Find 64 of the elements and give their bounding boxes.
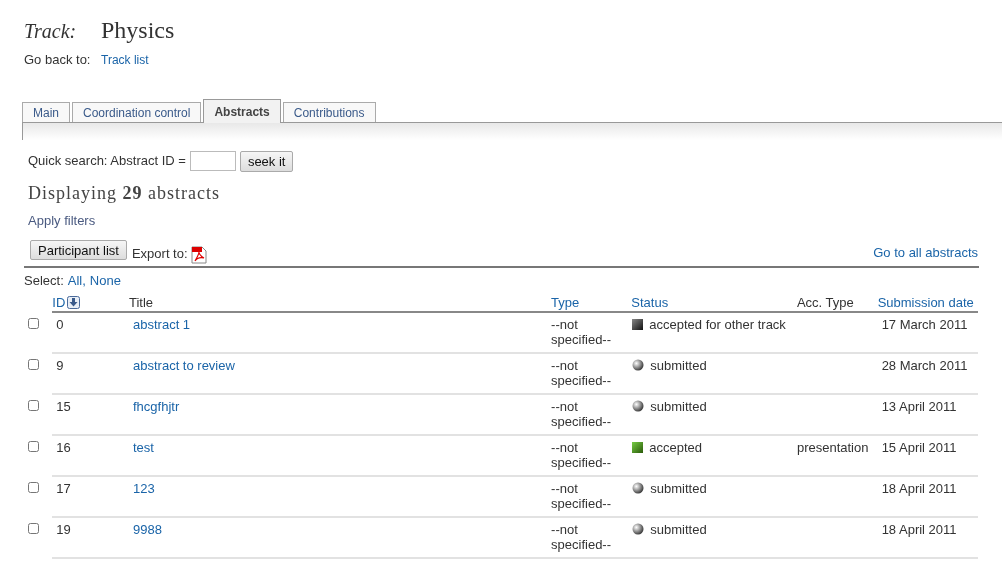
abstract-type: --not specified-- xyxy=(551,316,612,347)
status-text: submitted xyxy=(650,357,707,373)
export-label: Export to: xyxy=(131,244,188,263)
abstract-title-link[interactable]: fhcgfhjtr xyxy=(133,398,180,414)
tab[interactable]: Main xyxy=(22,101,70,122)
tab[interactable]: Contributions xyxy=(282,101,376,122)
abstract-id: 16 xyxy=(56,439,71,455)
submission-date: 13 April 2011 xyxy=(881,398,957,414)
abstract-type: --not specified-- xyxy=(551,357,612,388)
row-checkbox[interactable] xyxy=(28,481,39,493)
track-list-link[interactable]: Track list xyxy=(101,51,149,69)
abstract-type: --not specified-- xyxy=(551,521,612,552)
select-all-link[interactable]: All, xyxy=(67,271,86,291)
abstract-id: 0 xyxy=(56,316,64,332)
row-checkbox[interactable] xyxy=(28,317,39,329)
abstract-title-link[interactable]: test xyxy=(133,439,154,455)
displaying-heading: Displaying 29 abstracts xyxy=(27,181,221,205)
abstract-title-link[interactable]: 9988 xyxy=(133,521,162,537)
column-header[interactable]: Type xyxy=(551,294,580,310)
back-label: Go back to: xyxy=(24,51,92,69)
abstract-type: --not specified-- xyxy=(551,398,612,429)
track-title: Physics xyxy=(101,16,175,45)
abstract-id: 9 xyxy=(56,357,64,373)
submission-date: 18 April 2011 xyxy=(881,480,957,496)
acceptance-type: presentation xyxy=(796,439,869,455)
abstract-id: 17 xyxy=(56,480,71,496)
status-text: submitted xyxy=(650,398,707,414)
row-checkbox[interactable] xyxy=(28,522,39,534)
column-header[interactable]: ID xyxy=(52,294,66,310)
submission-date: 18 April 2011 xyxy=(881,521,957,537)
submission-date: 28 March 2011 xyxy=(881,357,968,373)
tab[interactable]: Coordination control xyxy=(72,101,202,122)
go-to-all-abstracts-link[interactable]: Go to all abstracts xyxy=(873,242,978,262)
abstract-id-field[interactable] xyxy=(189,151,236,171)
column-header: Acc. Type xyxy=(796,294,854,310)
submission-date: 17 March 2011 xyxy=(881,316,968,332)
status-text: accepted for other track xyxy=(649,316,786,332)
tab[interactable]: Abstracts xyxy=(203,98,281,123)
track-label: Track: xyxy=(24,19,78,44)
abstract-title-link[interactable]: abstract to review xyxy=(133,357,235,373)
seek-button[interactable]: seek it xyxy=(239,150,294,172)
abstract-title-link[interactable]: abstract 1 xyxy=(133,316,191,332)
sort-down-icon[interactable] xyxy=(67,295,81,309)
abstract-id: 19 xyxy=(56,521,71,537)
submission-date: 15 April 2011 xyxy=(881,439,957,455)
column-header: Title xyxy=(129,294,154,310)
abstract-type: --not specified-- xyxy=(551,439,612,470)
select-none-link[interactable]: None xyxy=(89,271,121,291)
abstract-id: 15 xyxy=(56,398,71,414)
status-text: submitted xyxy=(650,480,707,496)
status-text: submitted xyxy=(650,521,707,537)
participant-list-button[interactable]: Participant list xyxy=(30,240,127,260)
abstract-type: --not specified-- xyxy=(551,480,612,511)
select-label: Select: xyxy=(24,272,64,290)
column-header[interactable]: Status xyxy=(631,294,669,310)
pdf-icon[interactable] xyxy=(190,246,207,264)
column-header[interactable]: Submission date xyxy=(877,294,974,310)
status-text: accepted xyxy=(649,439,703,455)
apply-filters-link[interactable]: Apply filters xyxy=(0,210,1002,230)
quick-search-label: Quick search: Abstract ID = xyxy=(28,152,186,171)
row-checkbox[interactable] xyxy=(28,440,39,452)
row-checkbox[interactable] xyxy=(28,358,39,370)
row-checkbox[interactable] xyxy=(28,399,39,411)
abstract-title-link[interactable]: 123 xyxy=(133,480,155,496)
